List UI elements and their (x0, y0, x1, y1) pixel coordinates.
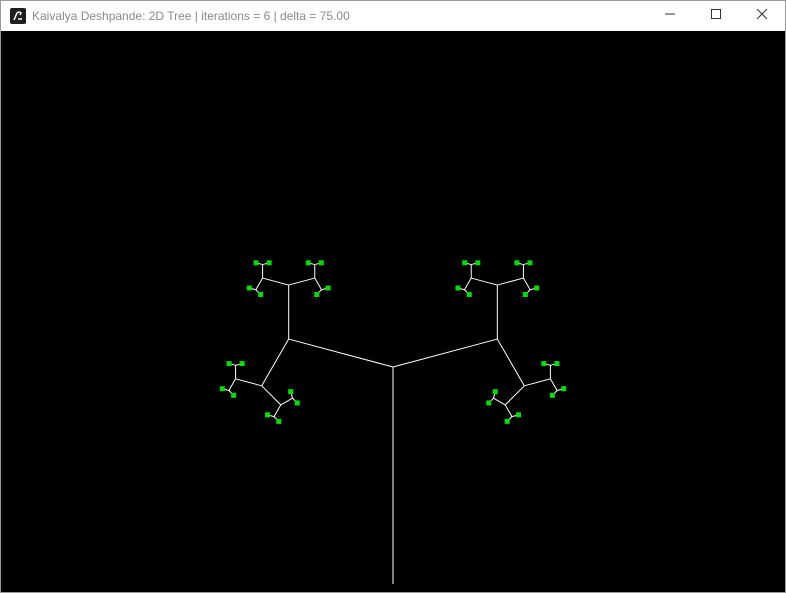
tree-leaf (253, 260, 259, 266)
tree-leaf (226, 361, 232, 367)
tree-branch (504, 404, 513, 417)
tree-leaf (266, 260, 272, 266)
minimize-icon (664, 7, 676, 25)
tree-leaf (554, 361, 560, 367)
title-bar[interactable]: Kaivalya Deshpande: 2D Tree | iterations… (1, 1, 785, 31)
close-icon (756, 7, 768, 25)
tree-branch (262, 277, 289, 286)
drawing-canvas[interactable] (1, 31, 785, 592)
tree-branch (524, 378, 551, 387)
tree-leaf (522, 292, 528, 298)
tree-leaf (219, 386, 225, 392)
tree-leaf (455, 285, 461, 291)
tree-branch (496, 338, 525, 387)
tree-leaf (504, 418, 510, 424)
tree-branch (464, 277, 472, 291)
app-window: Kaivalya Deshpande: 2D Tree | iterations… (0, 0, 786, 593)
tree-branch (497, 277, 524, 286)
tree-leaf (534, 285, 540, 291)
tree-branches (222, 262, 564, 584)
tree-leaf (486, 400, 492, 406)
processing-icon (10, 8, 26, 24)
tree-leaf (294, 400, 300, 406)
tree-branch (288, 338, 394, 368)
tree-branch (255, 277, 264, 291)
tree-leaf (466, 292, 472, 298)
tree-branch (273, 404, 282, 417)
tree-leaf (318, 260, 324, 266)
tree-leaf (265, 412, 271, 418)
tree-branch (522, 277, 531, 291)
tree-branch (549, 378, 558, 391)
tree-leaf (246, 285, 252, 291)
tree-leaf (325, 285, 331, 291)
tree-leaf (314, 292, 320, 298)
fractal-tree (219, 260, 567, 584)
tree-branch (235, 378, 262, 387)
close-button[interactable] (739, 1, 785, 31)
tree-leaf (305, 260, 311, 266)
tree-branch (392, 338, 498, 368)
tree-leaf (549, 392, 555, 398)
tree-leaf (276, 418, 282, 424)
tree-leaf (462, 260, 468, 266)
tree-branch (504, 385, 525, 406)
tree-leaf (288, 389, 294, 395)
tree-leaf (258, 292, 264, 298)
tree-branch (228, 378, 237, 391)
tree-branch (280, 397, 293, 406)
tree-leaf (514, 260, 520, 266)
tree-leaf (475, 260, 481, 266)
tree-branch (314, 277, 322, 291)
tree-leaf (515, 412, 521, 418)
tree-branch (493, 397, 506, 406)
tree-leaf (527, 260, 533, 266)
minimize-button[interactable] (647, 1, 693, 31)
tree-leaf (492, 389, 498, 395)
tree-branch (261, 338, 290, 387)
tree-leaf (231, 392, 237, 398)
window-title: Kaivalya Deshpande: 2D Tree | iterations… (32, 9, 350, 23)
maximize-button[interactable] (693, 1, 739, 31)
tree-branch (288, 277, 315, 286)
maximize-icon (710, 7, 722, 25)
tree-branch (471, 277, 498, 286)
tree-leaf (561, 386, 567, 392)
tree-leaf (239, 361, 245, 367)
tree-branch (261, 385, 282, 406)
tree-leaf (541, 361, 547, 367)
